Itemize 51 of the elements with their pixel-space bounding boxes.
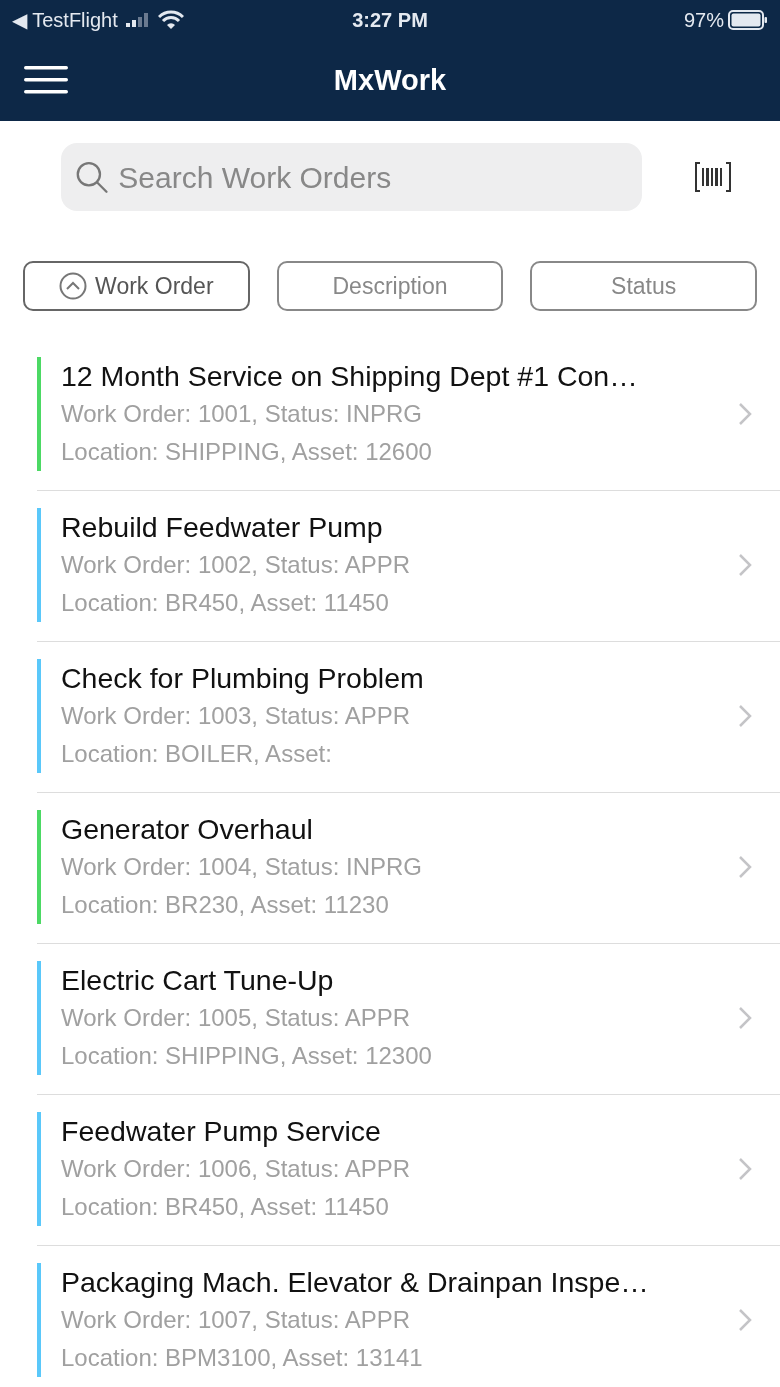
- chevron-right-icon: [738, 1157, 752, 1181]
- sort-button[interactable]: Work Order: [23, 261, 250, 311]
- clock-time: 3:27 PM: [352, 8, 428, 33]
- work-order-location: Location: BOILER, Asset:: [61, 740, 332, 767]
- work-order-location: Location: SHIPPING, Asset: 12300: [61, 1042, 432, 1069]
- work-order-title: Generator Overhaul: [61, 813, 313, 845]
- work-order-details: Work Order: 1007, Status: APPR: [61, 1306, 411, 1333]
- work-order-item[interactable]: 12 Month Service on Shipping Dept #1 Con… Work Order: 1001, Status: INPRG Location: SHIPPING, Asset: 12600: [37, 340, 780, 491]
- app-title: MxWork: [333, 62, 447, 98]
- back-to-app-link[interactable]: ◀ TestFlight: [12, 5, 118, 35]
- work-order-title: 12 Month Service on Shipping Dept #1 Con…: [61, 360, 638, 392]
- work-order-item[interactable]: Electric Cart Tune-Up Work Order: 1005, Status: APPR Location: SHIPPING, Asset: 12300: [37, 944, 780, 1095]
- chevron-right-icon: [738, 402, 752, 426]
- work-order-details: Work Order: 1005, Status: APPR: [61, 1004, 411, 1031]
- work-order-item[interactable]: Rebuild Feedwater Pump Work Order: 1002, Status: APPR Location: BR450, Asset: 11450: [37, 491, 780, 642]
- work-order-details: Work Order: 1003, Status: APPR: [61, 702, 411, 729]
- battery-icon: [728, 10, 768, 30]
- work-order-item[interactable]: Feedwater Pump Service Work Order: 1006, Status: APPR Location: BR450, Asset: 11450: [37, 1095, 780, 1246]
- work-order-location: Location: SHIPPING, Asset: 12600: [61, 438, 432, 465]
- search-bar[interactable]: Search Work Orders: [61, 143, 642, 211]
- work-order-title: Check for Plumbing Problem: [61, 662, 424, 694]
- chevron-right-icon: [738, 553, 752, 577]
- work-order-title: Rebuild Feedwater Pump: [61, 511, 383, 543]
- chevron-right-icon: [738, 1308, 752, 1332]
- work-order-location: Location: BPM3100, Asset: 13141: [61, 1344, 423, 1371]
- chevron-right-icon: [738, 1006, 752, 1030]
- search-icon: [75, 159, 109, 195]
- sort-ascending-icon: [59, 272, 88, 300]
- work-order-details: Work Order: 1001, Status: INPRG: [61, 400, 423, 427]
- wifi-icon: [157, 10, 184, 30]
- work-order-details: Work Order: 1002, Status: APPR: [61, 551, 411, 578]
- work-order-item[interactable]: Check for Plumbing Problem Work Order: 1003, Status: APPR Location: BOILER, Asset:: [37, 642, 780, 793]
- work-order-item[interactable]: Generator Overhaul Work Order: 1004, Status: INPRG Location: BR230, Asset: 11230: [37, 793, 780, 944]
- work-order-title: Feedwater Pump Service: [61, 1115, 381, 1147]
- menu-button[interactable]: [24, 66, 68, 94]
- sort-button[interactable]: Status: [530, 261, 757, 311]
- sort-button[interactable]: Description: [276, 261, 504, 311]
- chevron-right-icon: [738, 855, 752, 879]
- battery-percentage: 97%: [683, 8, 724, 33]
- chevron-right-icon: [738, 704, 752, 728]
- work-order-location: Location: BR450, Asset: 11450: [61, 1193, 389, 1220]
- work-order-title: Packaging Mach. Elevator & Drainpan Inspe…: [61, 1266, 649, 1298]
- work-order-location: Location: BR230, Asset: 11230: [61, 891, 389, 918]
- barcode-scan-icon[interactable]: [694, 162, 732, 192]
- work-order-item[interactable]: Packaging Mach. Elevator & Drainpan Inspe… Work Order: 1007, Status: APPR Location: BPM3100, Asset: 13141: [37, 1246, 780, 1387]
- work-order-details: Work Order: 1006, Status: APPR: [61, 1155, 411, 1182]
- work-order-details: Work Order: 1004, Status: INPRG: [61, 853, 423, 880]
- work-order-title: Electric Cart Tune-Up: [61, 964, 334, 996]
- search-input[interactable]: Search Work Orders: [116, 153, 628, 201]
- work-order-location: Location: BR450, Asset: 11450: [61, 589, 389, 616]
- signal-icon: [125, 13, 150, 27]
